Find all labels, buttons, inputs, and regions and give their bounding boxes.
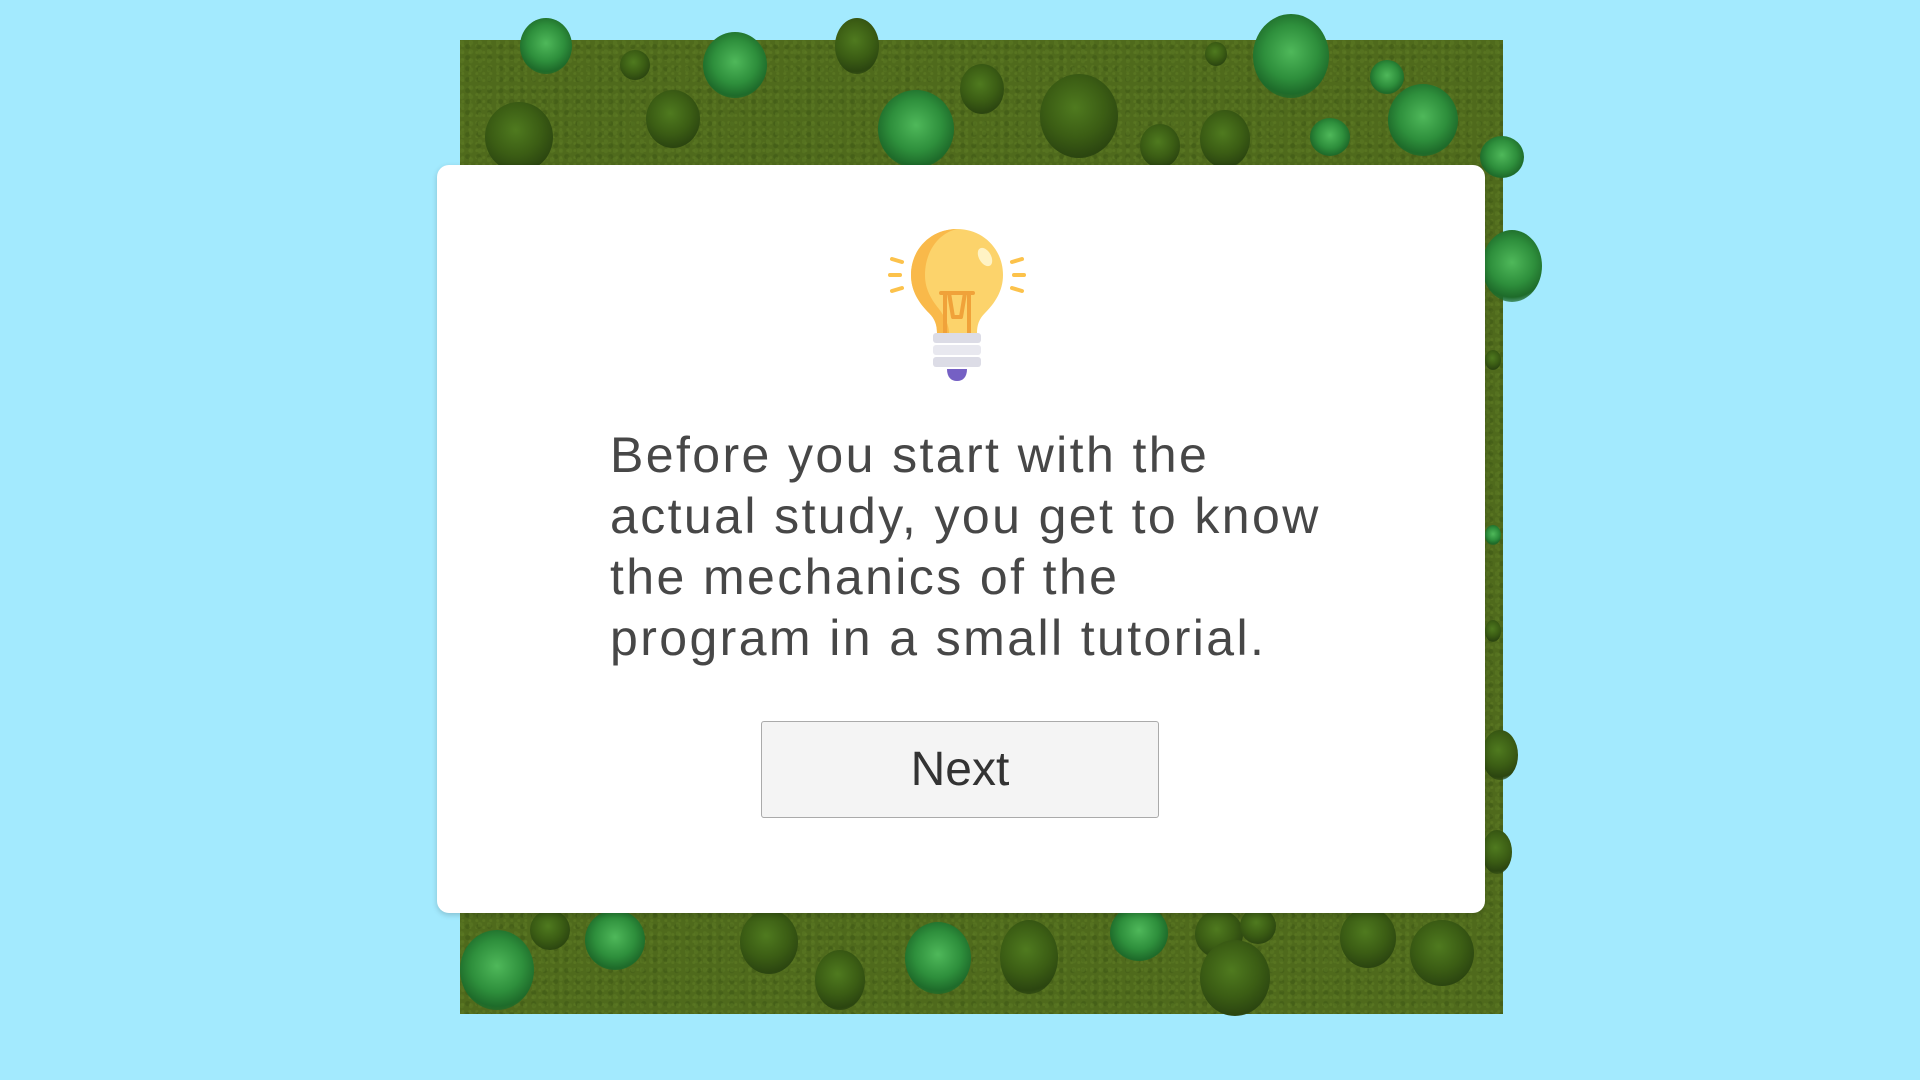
- tree-icon: [1485, 350, 1501, 370]
- tutorial-dialog: Before you start with the actual study, …: [437, 165, 1485, 913]
- tree-icon: [1040, 74, 1118, 158]
- tree-icon: [646, 90, 700, 148]
- tree-icon: [1200, 940, 1270, 1016]
- lightbulb-icon: [888, 229, 1026, 381]
- tree-icon: [835, 18, 879, 74]
- tree-icon: [520, 18, 572, 74]
- tree-icon: [485, 102, 553, 172]
- tree-icon: [1482, 730, 1518, 780]
- tree-icon: [1253, 14, 1329, 98]
- tree-icon: [740, 910, 798, 974]
- tree-icon: [530, 910, 570, 950]
- tree-icon: [585, 910, 645, 970]
- game-stage: Before you start with the actual study, …: [0, 0, 1920, 1080]
- tree-icon: [1485, 525, 1501, 545]
- tree-icon: [1000, 920, 1058, 994]
- tree-icon: [878, 90, 954, 168]
- tree-icon: [1410, 920, 1474, 986]
- tree-icon: [1480, 136, 1524, 178]
- tree-icon: [1482, 830, 1512, 874]
- tree-icon: [1240, 908, 1276, 944]
- tree-icon: [703, 32, 767, 98]
- tree-icon: [1205, 42, 1227, 66]
- tutorial-message: Before you start with the actual study, …: [610, 427, 1321, 666]
- tree-icon: [905, 922, 971, 994]
- tree-icon: [1370, 60, 1404, 94]
- tree-icon: [1340, 908, 1396, 968]
- tree-icon: [815, 950, 865, 1010]
- tree-icon: [1200, 110, 1250, 168]
- tree-icon: [960, 64, 1004, 114]
- tree-icon: [460, 930, 534, 1010]
- tree-icon: [1482, 230, 1542, 302]
- tree-icon: [1485, 620, 1501, 642]
- tree-icon: [1110, 905, 1168, 961]
- tree-icon: [1310, 118, 1350, 156]
- tree-icon: [620, 50, 650, 80]
- tree-icon: [1140, 124, 1180, 168]
- tree-icon: [1388, 84, 1458, 156]
- next-button[interactable]: Next: [761, 721, 1159, 818]
